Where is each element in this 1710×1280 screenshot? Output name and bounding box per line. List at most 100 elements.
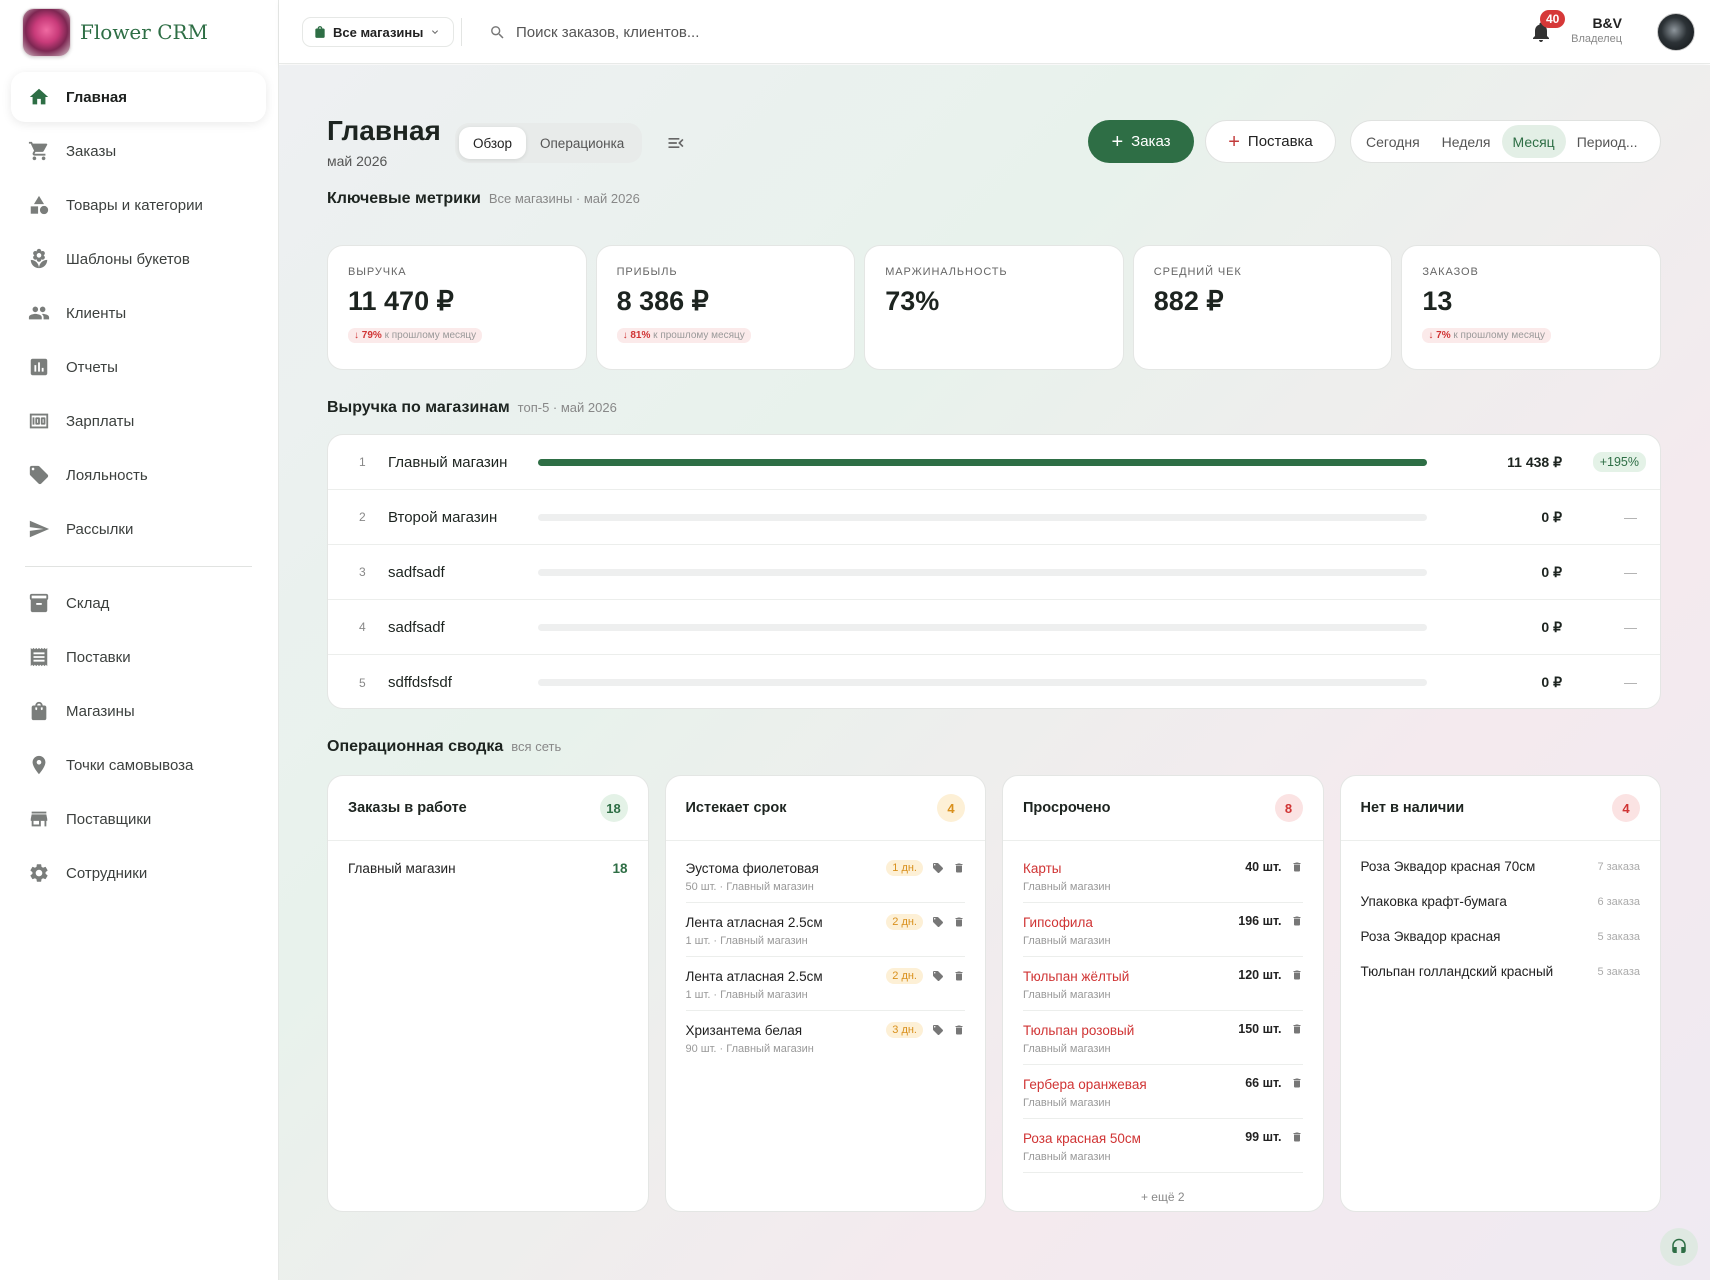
table-row[interactable]: 3 sadfsadf 0 ₽ — — [328, 545, 1660, 600]
new-order-button[interactable]: + Заказ — [1088, 120, 1194, 163]
kpi-card-revenue[interactable]: ВЫРУЧКА 11 470 ₽ ↓ 79% к прошлому месяцу — [327, 245, 587, 370]
count-badge: 4 — [1612, 794, 1640, 822]
sidebar-item-supplies[interactable]: Поставки — [11, 632, 266, 682]
kpi-card-orders[interactable]: ЗАКАЗОВ 13 ↓ 7% к прошлому месяцу — [1401, 245, 1661, 370]
list-item[interactable]: Роза Эквадор красная 5 заказа — [1361, 919, 1641, 954]
delete-icon[interactable] — [1291, 1023, 1303, 1035]
list-item[interactable]: Гербера оранжевая Главный магазин 66 шт. — [1023, 1065, 1303, 1119]
tab-operations[interactable]: Операционка — [526, 127, 638, 159]
list-item[interactable]: Роза Эквадор красная 70см 7 заказа — [1361, 849, 1641, 884]
sidebar-item-pickup-points[interactable]: Точки самовывоза — [11, 740, 266, 790]
list-item[interactable]: Тюльпан голландский красный 5 заказа — [1361, 954, 1641, 989]
store-revenue: 11 438 ₽ — [1507, 453, 1562, 470]
period-custom[interactable]: Период... — [1566, 125, 1649, 158]
item-name: Тюльпан голландский красный — [1360, 964, 1554, 979]
kpi-value: 8 386 ₽ — [616, 286, 709, 316]
sidebar-item-orders[interactable]: Заказы — [11, 126, 266, 176]
discount-tag-icon[interactable] — [932, 1024, 944, 1036]
sidebar-item-label: Лояльность — [66, 466, 148, 484]
kpi-card-profit[interactable]: ПРИБЫЛЬ 8 386 ₽ ↓ 81% к прошлому месяцу — [595, 245, 856, 370]
user-info[interactable]: B&V Владелец — [1571, 15, 1622, 45]
kpi-card-avg-check[interactable]: СРЕДНИЙ ЧЕК 882 ₽ — [1132, 245, 1393, 370]
sidebar-item-mailings[interactable]: Рассылки — [11, 504, 266, 554]
item-sub: Главный магазин — [1023, 1043, 1111, 1055]
new-order-label: Заказ — [1131, 133, 1171, 150]
sidebar-divider — [25, 566, 252, 567]
sidebar-item-loyalty[interactable]: Лояльность — [11, 450, 266, 500]
search-box — [489, 16, 836, 48]
discount-tag-icon[interactable] — [932, 862, 944, 874]
sidebar-item-bouquet-templates[interactable]: Шаблоны букетов — [11, 234, 266, 284]
store-delta: — — [1624, 675, 1637, 690]
headset-icon — [1672, 1238, 1686, 1253]
collapse-menu-button[interactable] — [666, 133, 686, 153]
delete-icon[interactable] — [1291, 861, 1303, 873]
sidebar-item-label: Клиенты — [66, 304, 127, 322]
sidebar-item-employees[interactable]: Сотрудники — [11, 848, 266, 898]
discount-tag-icon[interactable] — [932, 916, 944, 928]
list-item[interactable]: Главный магазин 18 — [348, 849, 628, 887]
delete-icon[interactable] — [953, 1024, 965, 1036]
item-actions: 99 шт. — [1245, 1130, 1302, 1144]
store-rank: 2 — [359, 510, 366, 524]
table-row[interactable]: 2 Второй магазин 0 ₽ — — [328, 490, 1660, 545]
ops-card-header[interactable]: Истекает срок 4 — [665, 776, 985, 841]
table-row[interactable]: 5 sdffdsfsdf 0 ₽ — — [328, 655, 1660, 708]
store-select[interactable]: Все магазины — [302, 17, 455, 47]
delete-icon[interactable] — [1291, 1131, 1303, 1143]
sidebar-item-warehouse[interactable]: Склад — [11, 578, 266, 628]
sidebar-item-label: Сотрудники — [66, 864, 148, 882]
period-month[interactable]: Месяц — [1501, 125, 1566, 158]
list-item[interactable]: Гипсофила Главный магазин 196 шт. — [1023, 903, 1303, 957]
sidebar-item-reports[interactable]: Отчеты — [11, 342, 266, 392]
store-delta: — — [1624, 564, 1637, 580]
avatar[interactable] — [1657, 13, 1695, 51]
table-row[interactable]: 4 sadfsadf 0 ₽ — — [328, 600, 1660, 655]
app-logo[interactable]: Flower CRM — [22, 7, 208, 57]
delete-icon[interactable] — [953, 916, 965, 928]
period-today[interactable]: Сегодня — [1355, 125, 1431, 158]
list-item[interactable]: Лента атласная 2.5см 1 шт. · Главный маг… — [685, 957, 965, 1011]
sidebar-item-home[interactable]: Главная — [11, 72, 266, 122]
new-supply-button[interactable]: + Поставка — [1205, 120, 1336, 163]
sidebar-item-stores[interactable]: Магазины — [11, 686, 266, 736]
delete-icon[interactable] — [1291, 915, 1303, 927]
ops-card-in-work: Заказы в работе 18 Главный магазин 18 — [327, 775, 649, 1212]
bar-fill — [538, 458, 1427, 466]
sidebar-item-salaries[interactable]: Зарплаты — [11, 396, 266, 446]
list-item[interactable]: Упаковка крафт-бумага 6 заказа — [1361, 884, 1641, 919]
list-item[interactable]: Тюльпан жёлтый Главный магазин 120 шт. — [1023, 957, 1303, 1011]
list-item[interactable]: Роза красная 50см Главный магазин 99 шт. — [1023, 1119, 1303, 1173]
topbar-divider — [461, 18, 462, 46]
support-button[interactable] — [1660, 1228, 1698, 1266]
period-selector: Сегодня Неделя Месяц Период... — [1350, 120, 1661, 163]
kpi-card-margin[interactable]: МАРЖИНАЛЬНОСТЬ 73% — [864, 245, 1124, 370]
sidebar-item-clients[interactable]: Клиенты — [11, 288, 266, 338]
ops-card-header[interactable]: Заказы в работе 18 — [328, 776, 648, 841]
list-item[interactable]: Эустома фиолетовая 50 шт. · Главный мага… — [685, 849, 965, 903]
revenue-meta: топ-5 · май 2026 — [517, 400, 617, 415]
ops-card-header[interactable]: Нет в наличии 4 — [1340, 776, 1660, 841]
table-row[interactable]: 1 Главный магазин 11 438 ₽ +195% — [328, 435, 1660, 490]
delete-icon[interactable] — [1291, 1077, 1303, 1089]
delete-icon[interactable] — [953, 862, 965, 874]
sidebar-item-products[interactable]: Товары и категории — [11, 180, 266, 230]
delete-icon[interactable] — [953, 970, 965, 982]
flower-icon — [28, 248, 50, 270]
tab-overview[interactable]: Обзор — [459, 127, 526, 159]
discount-tag-icon[interactable] — [932, 970, 944, 982]
item-quantity: 40 шт. — [1245, 860, 1282, 874]
list-item[interactable]: Тюльпан розовый Главный магазин 150 шт. — [1023, 1011, 1303, 1065]
sidebar-item-label: Точки самовывоза — [66, 756, 194, 774]
list-item[interactable]: Хризантема белая 90 шт. · Главный магази… — [686, 1011, 966, 1065]
list-item[interactable]: Лента атласная 2.5см 1 шт. · Главный маг… — [685, 903, 965, 957]
period-week[interactable]: Неделя — [1431, 125, 1502, 158]
ops-card-header[interactable]: Просрочено 8 — [1003, 776, 1323, 841]
sidebar-item-suppliers[interactable]: Поставщики — [11, 794, 266, 844]
delete-icon[interactable] — [1291, 969, 1303, 981]
item-name: Роза Эквадор красная — [1360, 929, 1501, 944]
sidebar-nav: Главная Заказы Товары и категории Шаблон… — [11, 72, 266, 902]
search-input[interactable] — [516, 23, 836, 41]
show-more-link[interactable]: + ещё 2 — [1023, 1190, 1303, 1204]
list-item[interactable]: Карты Главный магазин 40 шт. — [1023, 849, 1303, 903]
